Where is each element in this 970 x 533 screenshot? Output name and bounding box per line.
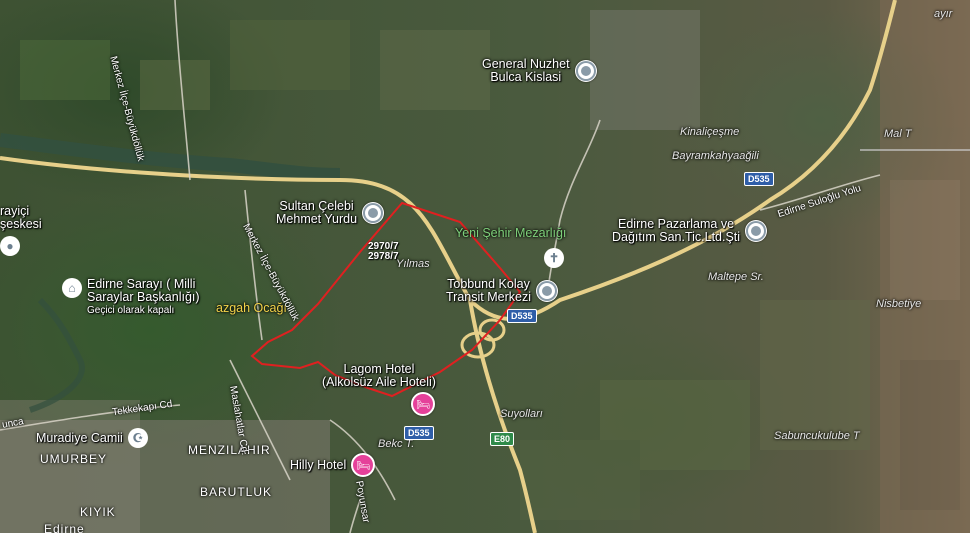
satellite-map[interactable]: General Nuzhet Bulca Kislasi Sultan Çele…	[0, 0, 970, 533]
poi-edirne-pazarlama[interactable]: Edirne Pazarlama ve Dağıtım San.Tic.Ltd.…	[612, 217, 768, 244]
parcel-label: 2970/7 2978/7	[368, 241, 399, 262]
route-shield: E80	[490, 432, 515, 446]
location-pin-icon[interactable]	[745, 220, 768, 242]
poi-label: Muradiye Camii	[36, 430, 123, 445]
poi-general-nuzhet[interactable]: General Nuzhet Bulca Kislasi	[482, 58, 597, 84]
place-label: ayır	[934, 8, 953, 20]
poi-label: Edirne Pazarlama ve Dağıtım San.Tic.Ltd.…	[612, 217, 741, 244]
location-pin-icon[interactable]	[362, 202, 385, 224]
place-label: Kinaliçeşme	[680, 126, 740, 138]
poi-label: Lagom Hotel (Alkolsüz Aile Hoteli)	[322, 362, 436, 389]
hotel-bed-icon[interactable]: 🛏	[351, 453, 376, 477]
place-label: Yılmas	[396, 258, 430, 270]
poi-label: Edirne Sarayı ( Milli Saraylar Başkanlığ…	[87, 277, 200, 304]
poi-label: Sultan Çelebi Mehmet Yurdu	[276, 199, 358, 226]
poi-sarayici[interactable]: rayiçi şeskesi ●	[0, 205, 42, 256]
place-label: Suyolları	[500, 408, 543, 420]
place-label: Nisbetiye	[876, 298, 922, 310]
ocak-label: azgah Ocağı	[216, 301, 287, 315]
poi-label: Tobbund Kolay Transit Merkezi	[446, 277, 531, 304]
poi-status: Geçici olarak kapalı	[87, 305, 175, 316]
location-pin-icon[interactable]	[535, 280, 558, 302]
poi-sultan-celebi[interactable]: Sultan Çelebi Mehmet Yurdu	[276, 199, 385, 226]
poi-hilly-hotel[interactable]: Hilly Hotel 🛏	[290, 453, 376, 477]
place-label: Sabuncukulube T	[774, 430, 860, 442]
route-shield: D535	[404, 426, 434, 440]
mosque-icon[interactable]: ☪	[127, 428, 148, 448]
poi-edirne-sarayi[interactable]: ⌂ Edirne Sarayı ( Milli Saraylar Başkanl…	[62, 278, 200, 317]
poi-label: Hilly Hotel	[290, 457, 347, 472]
district-label: UMURBEY	[40, 452, 108, 466]
hotel-bed-icon[interactable]: 🛏	[410, 392, 435, 416]
route-shield: D535	[744, 172, 774, 186]
district-label: KIYIK	[80, 505, 116, 519]
poi-label: General Nuzhet Bulca Kislasi	[482, 57, 570, 84]
district-label: BARUTLUK	[200, 485, 273, 499]
river	[0, 133, 341, 182]
place-label: Mal T	[884, 128, 912, 140]
place-label: Maltepe Sr.	[708, 271, 764, 283]
poi-label: rayiçi şeskesi	[0, 204, 42, 231]
poi-muradiye-camii[interactable]: Muradiye Camii ☪	[36, 428, 148, 448]
poi-tobbund[interactable]: Tobbund Kolay Transit Merkezi	[446, 278, 558, 304]
district-label: Edirne	[44, 522, 85, 533]
museum-icon[interactable]: ⌂	[62, 278, 82, 298]
base-area	[590, 10, 700, 130]
cemetery-icon[interactable]: ✝	[544, 248, 564, 268]
cemetery-label: Yeni Şehir Mezarlığı	[455, 226, 567, 240]
place-label: Bayramkahyaağili	[672, 150, 759, 162]
landmark-icon[interactable]: ●	[0, 236, 20, 256]
location-pin-icon[interactable]	[574, 60, 597, 82]
poi-lagom-hotel[interactable]: Lagom Hotel (Alkolsüz Aile Hoteli) 🛏	[322, 363, 436, 416]
district-label: MENZILAHIR	[188, 443, 271, 457]
route-shield: D535	[507, 309, 537, 323]
